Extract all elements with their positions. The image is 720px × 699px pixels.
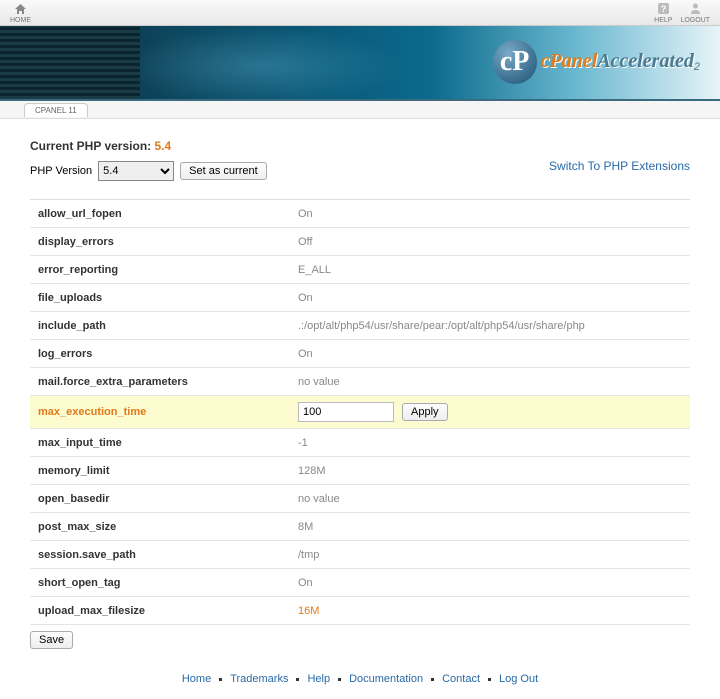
option-name: max_execution_time bbox=[38, 406, 298, 418]
option-value-input[interactable] bbox=[298, 402, 394, 422]
option-row-short_open_tag[interactable]: short_open_tagOn bbox=[30, 569, 690, 597]
option-value: Off bbox=[298, 236, 682, 248]
option-row-file_uploads[interactable]: file_uploadsOn bbox=[30, 284, 690, 312]
brand-sub: 2 bbox=[694, 62, 700, 74]
help-label: HELP bbox=[654, 17, 672, 24]
option-value: no value bbox=[298, 493, 682, 505]
option-row-mail.force_extra_parameters[interactable]: mail.force_extra_parametersno value bbox=[30, 368, 690, 396]
help-button[interactable]: ? HELP bbox=[654, 2, 672, 24]
home-icon bbox=[14, 2, 28, 16]
option-name: open_basedir bbox=[38, 493, 298, 505]
option-value: no value bbox=[298, 376, 682, 388]
tab-cpanel[interactable]: CPANEL 11 bbox=[24, 103, 88, 117]
option-row-max_input_time[interactable]: max_input_time-1 bbox=[30, 429, 690, 457]
option-value: 128M bbox=[298, 465, 682, 477]
option-value: On bbox=[298, 577, 682, 589]
help-icon: ? bbox=[656, 2, 670, 16]
home-label: HOME bbox=[10, 17, 31, 24]
option-value: 8M bbox=[298, 521, 682, 533]
home-button[interactable]: HOME bbox=[10, 2, 31, 24]
brand-cpanel: cPanel bbox=[541, 50, 598, 72]
php-version-label: PHP Version bbox=[30, 165, 92, 177]
option-name: include_path bbox=[38, 320, 298, 332]
cpanel-logo: cP cPanelAccelerated2 bbox=[493, 40, 700, 84]
option-row-session.save_path[interactable]: session.save_path/tmp bbox=[30, 541, 690, 569]
option-row-max_execution_time[interactable]: max_execution_time Apply bbox=[30, 396, 690, 429]
set-as-current-button[interactable]: Set as current bbox=[180, 162, 266, 180]
option-row-post_max_size[interactable]: post_max_size8M bbox=[30, 513, 690, 541]
option-value: -1 bbox=[298, 437, 682, 449]
option-row-error_reporting[interactable]: error_reportingE_ALL bbox=[30, 256, 690, 284]
option-value: /tmp bbox=[298, 549, 682, 561]
option-row-include_path[interactable]: include_path.:/opt/alt/php54/usr/share/p… bbox=[30, 312, 690, 340]
option-value: Apply bbox=[298, 402, 682, 422]
option-value: On bbox=[298, 208, 682, 220]
option-name: max_input_time bbox=[38, 437, 298, 449]
save-button[interactable]: Save bbox=[30, 631, 73, 649]
option-name: file_uploads bbox=[38, 292, 298, 304]
footer: Home Trademarks Help Documentation Contact Lo… bbox=[0, 665, 720, 699]
option-value: .:/opt/alt/php54/usr/share/pear:/opt/alt… bbox=[298, 320, 682, 332]
option-name: upload_max_filesize bbox=[38, 605, 298, 617]
logout-label: LOGOUT bbox=[680, 17, 710, 24]
option-name: post_max_size bbox=[38, 521, 298, 533]
option-name: log_errors bbox=[38, 348, 298, 360]
svg-text:?: ? bbox=[661, 4, 667, 14]
footer-link-documentation[interactable]: Documentation bbox=[349, 673, 423, 685]
footer-link-contact[interactable]: Contact bbox=[442, 673, 480, 685]
option-name: error_reporting bbox=[38, 264, 298, 276]
switch-to-extensions-link[interactable]: Switch To PHP Extensions bbox=[549, 159, 690, 173]
footer-link-help[interactable]: Help bbox=[307, 673, 330, 685]
brand-accelerated: Accelerated bbox=[597, 50, 694, 72]
footer-link-log-out[interactable]: Log Out bbox=[499, 673, 538, 685]
option-value: 16M bbox=[298, 605, 682, 617]
option-name: memory_limit bbox=[38, 465, 298, 477]
option-row-display_errors[interactable]: display_errorsOff bbox=[30, 228, 690, 256]
option-name: mail.force_extra_parameters bbox=[38, 376, 298, 388]
option-row-open_basedir[interactable]: open_basedirno value bbox=[30, 485, 690, 513]
banner: cP cPanelAccelerated2 bbox=[0, 26, 720, 101]
logout-button[interactable]: LOGOUT bbox=[680, 2, 710, 24]
php-version-select[interactable]: 5.4 bbox=[98, 161, 174, 181]
option-row-log_errors[interactable]: log_errorsOn bbox=[30, 340, 690, 368]
footer-link-home[interactable]: Home bbox=[182, 673, 211, 685]
option-value: On bbox=[298, 292, 682, 304]
option-value: E_ALL bbox=[298, 264, 682, 276]
option-name: allow_url_fopen bbox=[38, 208, 298, 220]
apply-button[interactable]: Apply bbox=[402, 403, 448, 421]
option-name: display_errors bbox=[38, 236, 298, 248]
footer-link-trademarks[interactable]: Trademarks bbox=[230, 673, 288, 685]
option-name: session.save_path bbox=[38, 549, 298, 561]
option-row-memory_limit[interactable]: memory_limit128M bbox=[30, 457, 690, 485]
option-row-upload_max_filesize[interactable]: upload_max_filesize16M bbox=[30, 597, 690, 625]
cpanel-icon: cP bbox=[493, 40, 537, 84]
current-php-version: Current PHP version: 5.4 bbox=[30, 139, 267, 153]
option-row-allow_url_fopen[interactable]: allow_url_fopenOn bbox=[30, 200, 690, 228]
option-name: short_open_tag bbox=[38, 577, 298, 589]
option-value: On bbox=[298, 348, 682, 360]
logout-icon bbox=[688, 2, 702, 16]
